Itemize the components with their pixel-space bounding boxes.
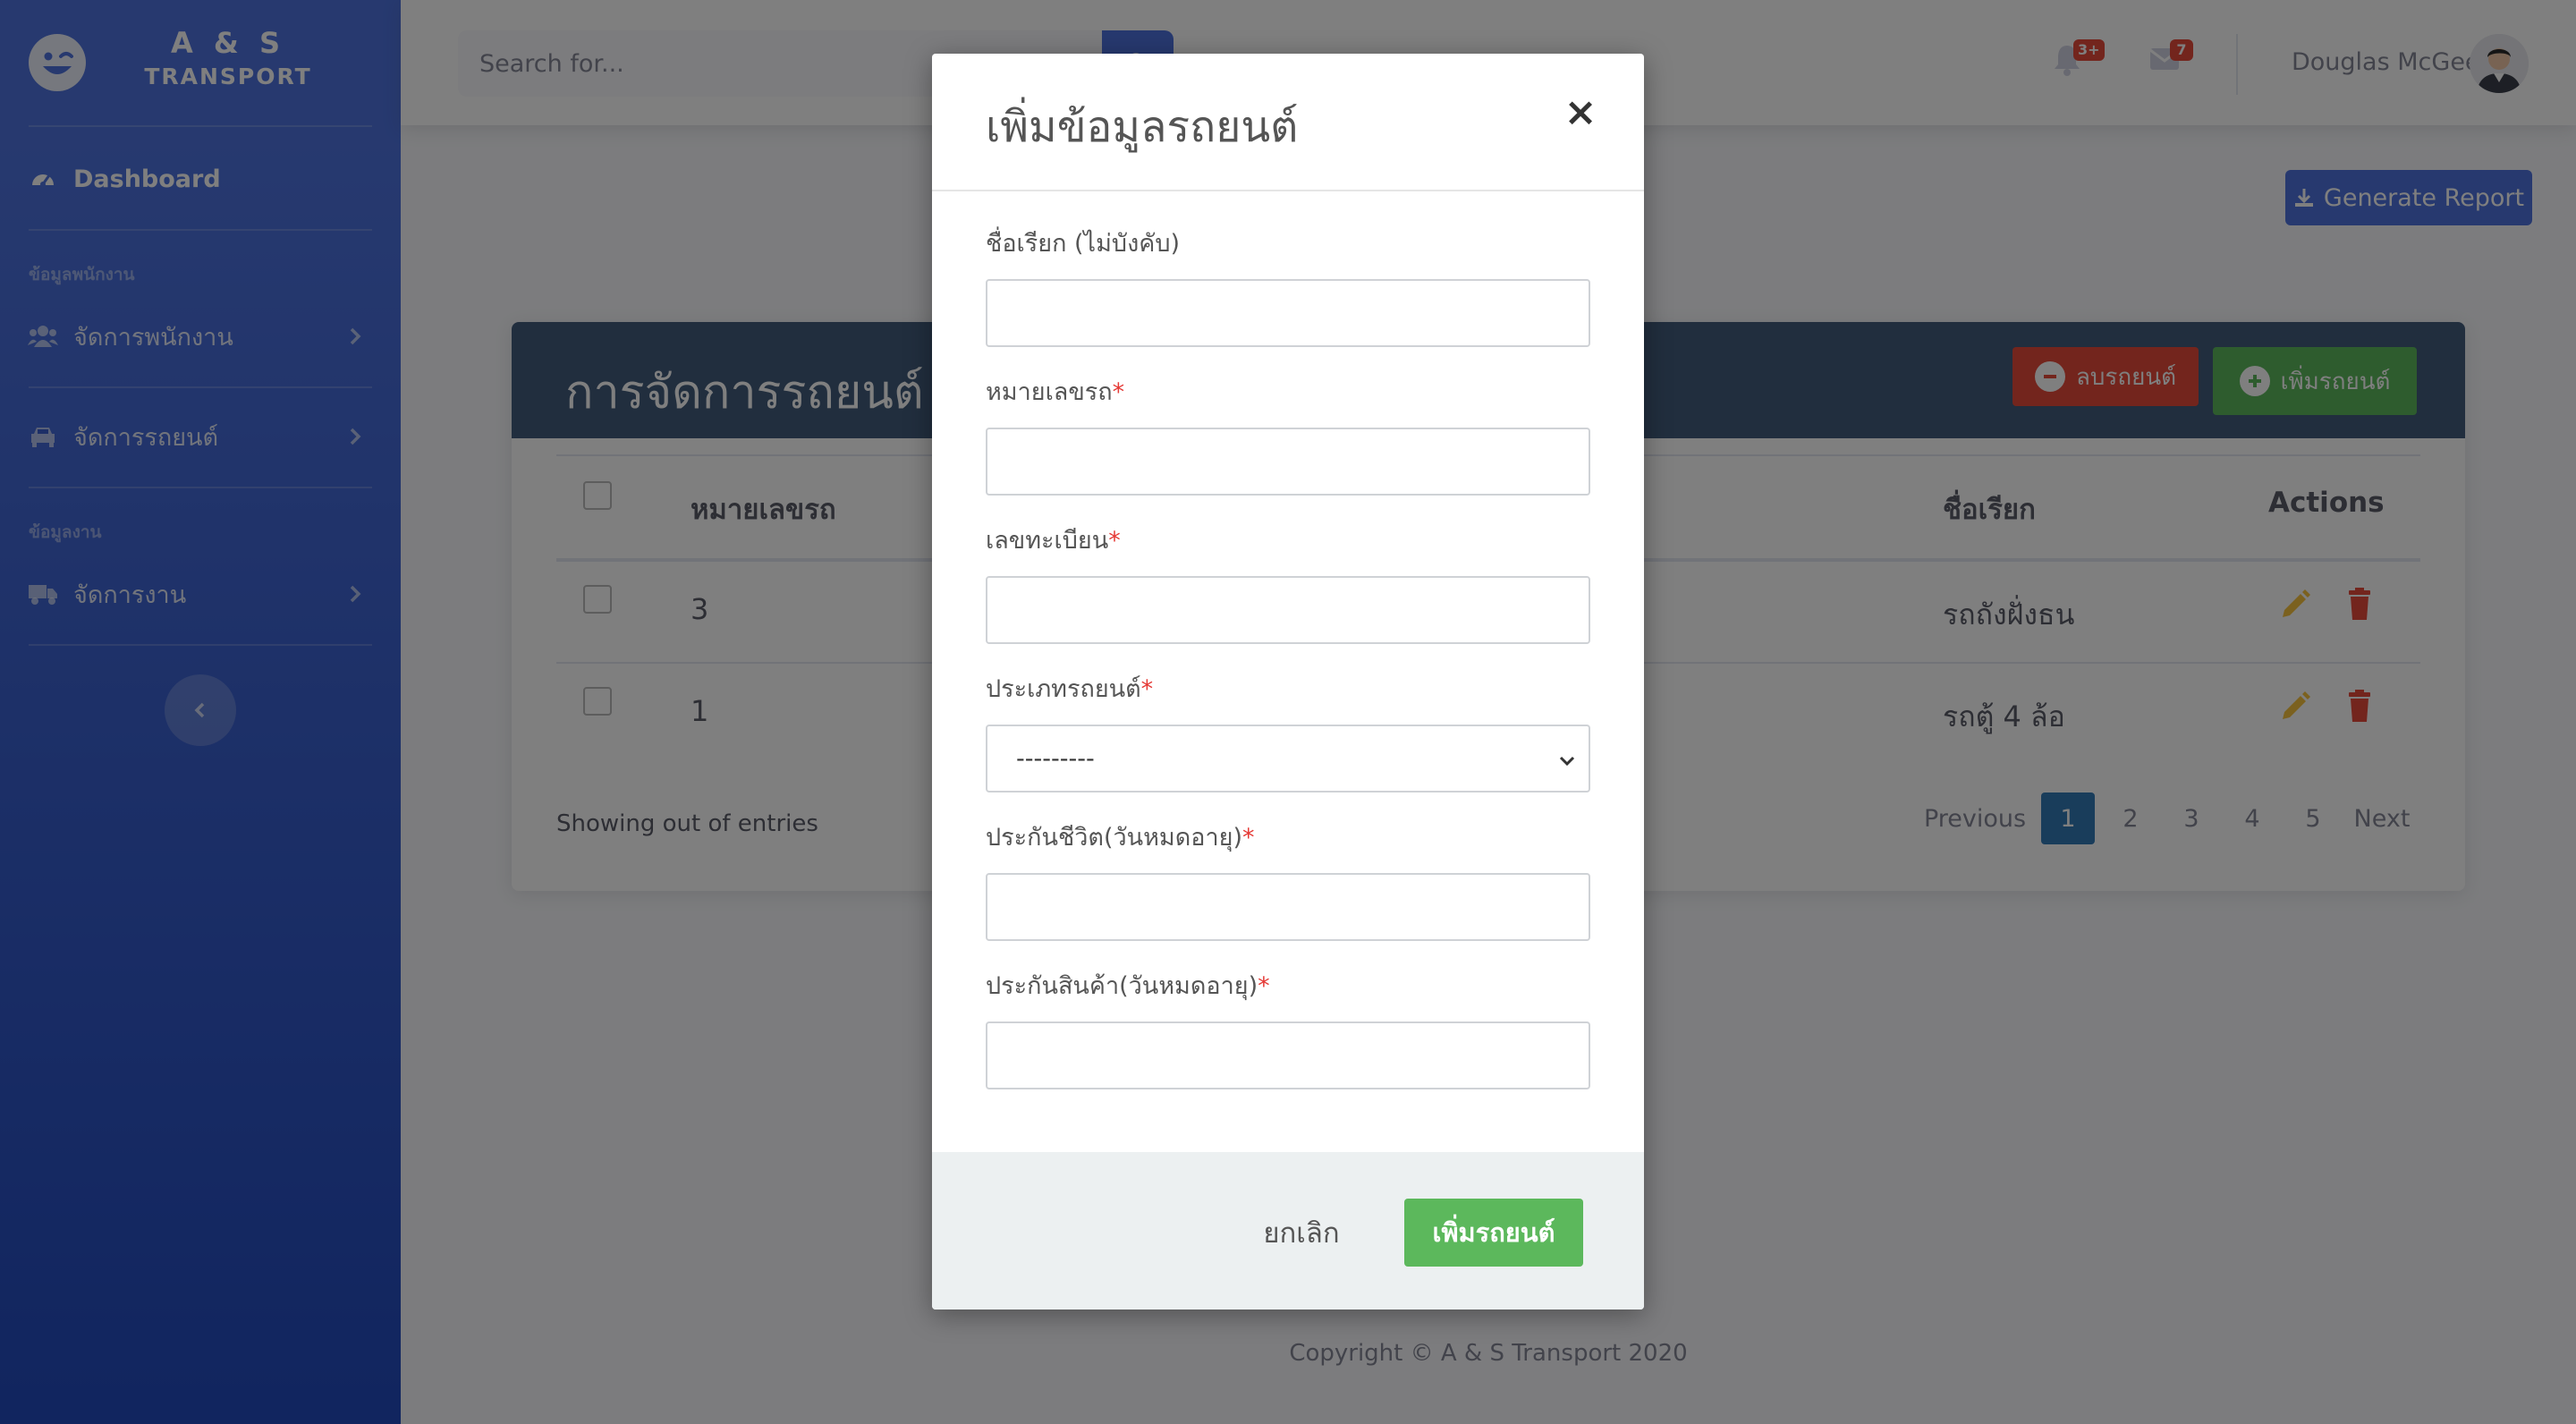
modal-footer: ยกเลิก เพิ่มรถยนต์	[932, 1152, 1644, 1310]
cargo-insurance-label-text: ประกันสินค้า(วันหมดอายุ)	[986, 972, 1258, 1000]
life-insurance-field[interactable]	[986, 873, 1590, 941]
plate-label: เลขทะเบียน*	[986, 521, 1121, 559]
required-mark: *	[1108, 527, 1121, 555]
car-type-label: ประเภทรถยนต์*	[986, 669, 1153, 708]
required-mark: *	[1112, 378, 1125, 406]
modal-title: เพิ่มข้อมูลรถยนต์	[986, 102, 1299, 152]
cargo-insurance-label: ประกันสินค้า(วันหมดอายุ)*	[986, 966, 1270, 1004]
nickname-field[interactable]	[986, 279, 1590, 347]
plate-label-text: เลขทะเบียน	[986, 527, 1109, 555]
life-insurance-label-text: ประกันชีวิต(วันหมดอายุ)	[986, 824, 1242, 852]
life-insurance-label: ประกันชีวิต(วันหมดอายุ)*	[986, 818, 1254, 856]
car-number-field[interactable]	[986, 428, 1590, 496]
plate-field[interactable]	[986, 576, 1590, 644]
modal-header-divider	[932, 190, 1644, 191]
cancel-button[interactable]: ยกเลิก	[1250, 1199, 1352, 1267]
cargo-insurance-field[interactable]	[986, 1021, 1590, 1089]
required-mark: *	[1241, 824, 1255, 852]
nickname-label: ชื่อเรียก (ไม่บังคับ)	[986, 224, 1180, 262]
car-number-label-text: หมายเลขรถ	[986, 378, 1113, 406]
car-type-select[interactable]: ---------	[986, 725, 1590, 793]
nickname-label-text: ชื่อเรียก (ไม่บังคับ)	[986, 230, 1180, 258]
chevron-down-icon	[1559, 756, 1575, 767]
submit-add-car-button[interactable]: เพิ่มรถยนต์	[1404, 1199, 1583, 1267]
required-mark: *	[1140, 675, 1154, 703]
close-button[interactable]: ×	[1558, 89, 1603, 135]
car-type-label-text: ประเภทรถยนต์	[986, 675, 1141, 703]
car-type-selected-value: ---------	[1016, 744, 1095, 773]
car-number-label: หมายเลขรถ*	[986, 372, 1124, 411]
required-mark: *	[1258, 972, 1270, 1000]
add-car-modal: เพิ่มข้อมูลรถยนต์ × ชื่อเรียก (ไม่บังคับ…	[932, 54, 1644, 1310]
